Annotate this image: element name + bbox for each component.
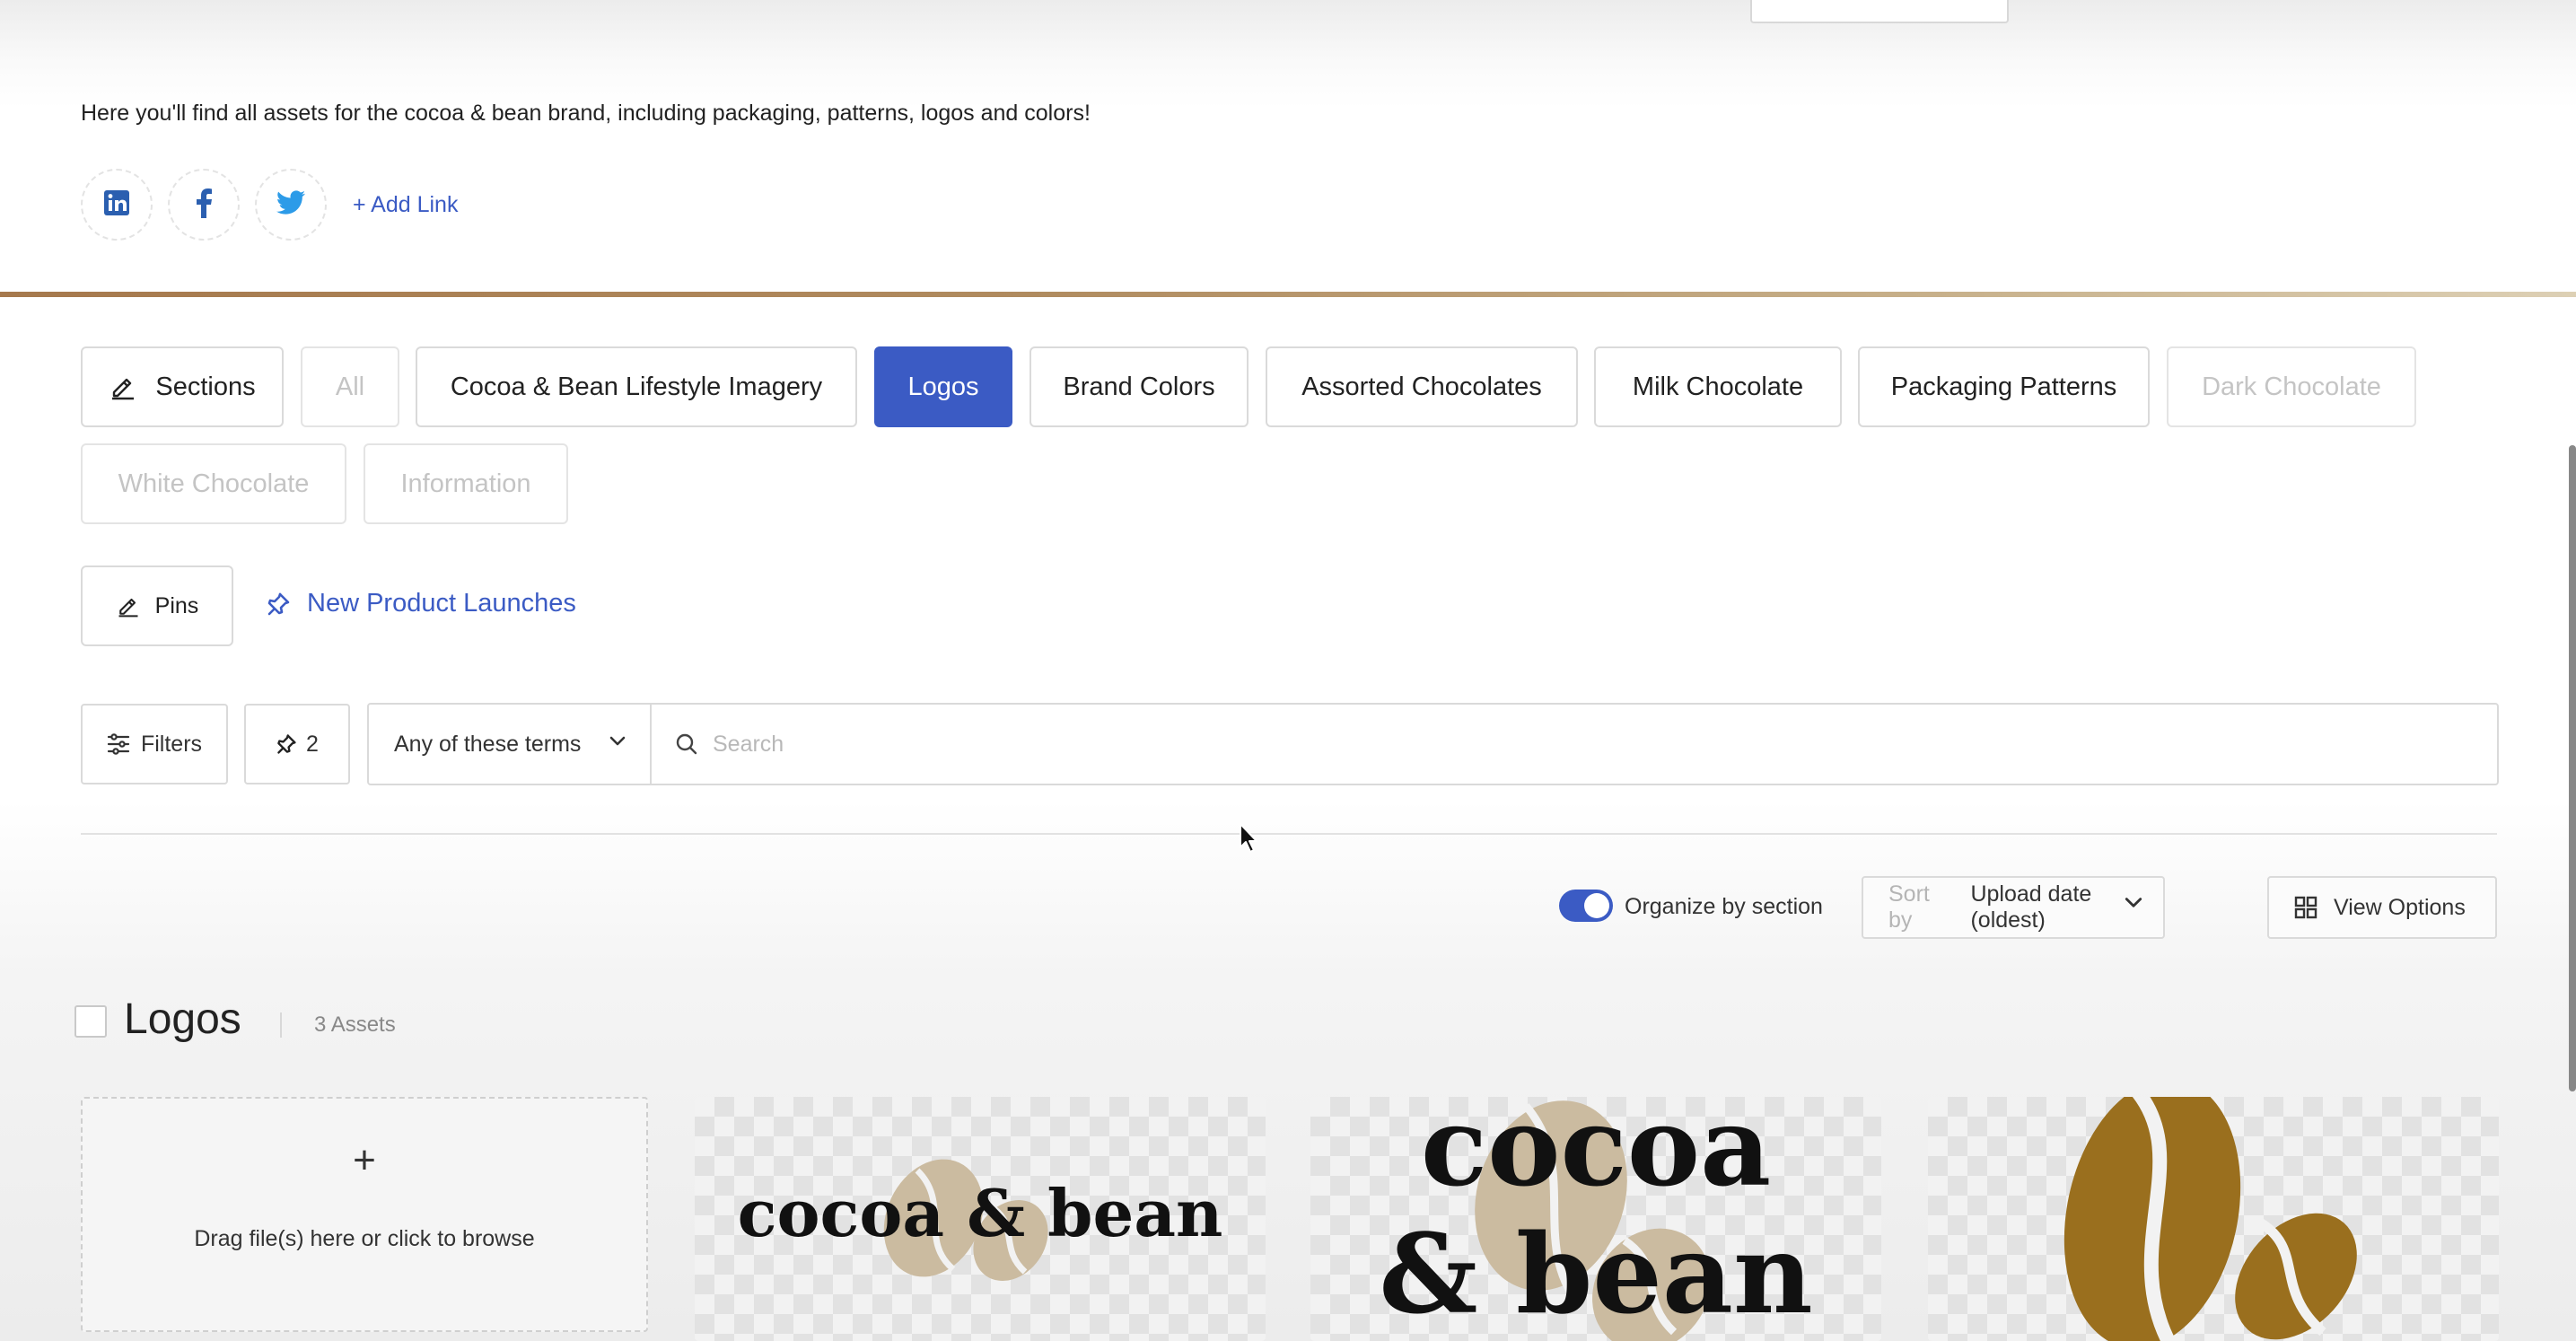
pencil-icon: [109, 372, 137, 401]
brand-description: Here you'll find all assets for the coco…: [81, 101, 1091, 126]
edit-sections-button[interactable]: Sections: [81, 346, 284, 427]
logo-stacked-image: cocoa & bean: [1379, 1097, 1813, 1341]
mouse-cursor-icon: [1239, 822, 1260, 859]
tab-logos[interactable]: Logos: [874, 346, 1012, 427]
tab-milk-chocolate[interactable]: Milk Chocolate: [1594, 346, 1842, 427]
twitter-link[interactable]: [255, 169, 327, 241]
sections-label: Sections: [155, 372, 256, 401]
search-icon: [675, 732, 698, 756]
tab-dark-chocolate[interactable]: Dark Chocolate: [2167, 346, 2416, 427]
sort-select[interactable]: Sort by Upload date (oldest): [1862, 876, 2165, 939]
tab-packaging-patterns[interactable]: Packaging Patterns: [1858, 346, 2150, 427]
search-bar[interactable]: [650, 703, 2499, 785]
plus-icon: +: [353, 1138, 376, 1182]
asset-card-beans-icon[interactable]: [1928, 1097, 2499, 1341]
match-mode-value: Any of these terms: [394, 731, 582, 757]
tab-white-chocolate[interactable]: White Chocolate: [81, 443, 346, 524]
section-title: Logos: [124, 995, 241, 1043]
header-button-stub[interactable]: [1750, 0, 2009, 23]
pins-label: Pins: [154, 592, 199, 618]
tab-assorted-chocolates[interactable]: Assorted Chocolates: [1266, 346, 1578, 427]
organize-by-section-label: Organize by section: [1625, 894, 1823, 919]
pin-count: 2: [306, 731, 319, 757]
chevron-down-icon: [2124, 896, 2143, 910]
upload-dropzone[interactable]: + Drag file(s) here or click to browse: [81, 1097, 648, 1332]
facebook-icon: [195, 188, 213, 223]
organize-by-section-toggle[interactable]: [1559, 890, 1613, 922]
search-input[interactable]: [713, 731, 2418, 758]
view-options-label: View Options: [2334, 894, 2466, 920]
logo-text-line2: & bean: [1379, 1209, 1812, 1338]
pin-new-product-launches[interactable]: New Product Launches: [266, 589, 576, 618]
pencil-icon: [116, 593, 141, 618]
sort-by-label: Sort by: [1888, 881, 1930, 933]
coffee-beans-icon: [2063, 1097, 2357, 1341]
tab-all[interactable]: All: [301, 346, 399, 427]
pin-icon: [276, 733, 297, 755]
logo-wordmark-image: cocoa & bean: [738, 1159, 1223, 1281]
logo-text: cocoa & bean: [738, 1175, 1223, 1251]
chevron-down-icon: [609, 735, 626, 748]
page-scrollbar[interactable]: [2569, 445, 2576, 1091]
linkedin-icon: [103, 189, 130, 221]
logo-text-line1: cocoa: [1421, 1097, 1771, 1211]
filters-button[interactable]: Filters: [81, 704, 228, 784]
edit-pins-button[interactable]: Pins: [81, 565, 233, 646]
section-select-checkbox[interactable]: [74, 1005, 107, 1038]
pinned-filter-button[interactable]: 2: [244, 704, 350, 784]
pin-icon: [266, 592, 291, 617]
grid-icon: [2294, 896, 2318, 919]
asset-card-wordmark[interactable]: cocoa & bean: [695, 1097, 1266, 1341]
twitter-icon: [276, 189, 306, 220]
filters-label: Filters: [140, 731, 203, 757]
tab-brand-colors[interactable]: Brand Colors: [1030, 346, 1249, 427]
tab-information[interactable]: Information: [364, 443, 568, 524]
pin-label: New Product Launches: [307, 589, 576, 618]
dropzone-text: Drag file(s) here or click to browse: [194, 1226, 535, 1251]
facebook-link[interactable]: [168, 169, 240, 241]
toolbar-divider: [81, 833, 2497, 835]
linkedin-link[interactable]: [81, 169, 153, 241]
asset-card-stacked[interactable]: cocoa & bean: [1310, 1097, 1881, 1341]
tab-cocoa-bean-lifestyle-imagery[interactable]: Cocoa & Bean Lifestyle Imagery: [416, 346, 857, 427]
sliders-icon: [107, 733, 130, 755]
asset-count: 3 Assets: [314, 1012, 396, 1037]
view-options-button[interactable]: View Options: [2267, 876, 2497, 939]
section-separator: [280, 1012, 282, 1038]
header-background: [0, 0, 2576, 294]
match-mode-select[interactable]: Any of these terms: [367, 703, 652, 785]
add-link-button[interactable]: + Add Link: [353, 192, 458, 218]
